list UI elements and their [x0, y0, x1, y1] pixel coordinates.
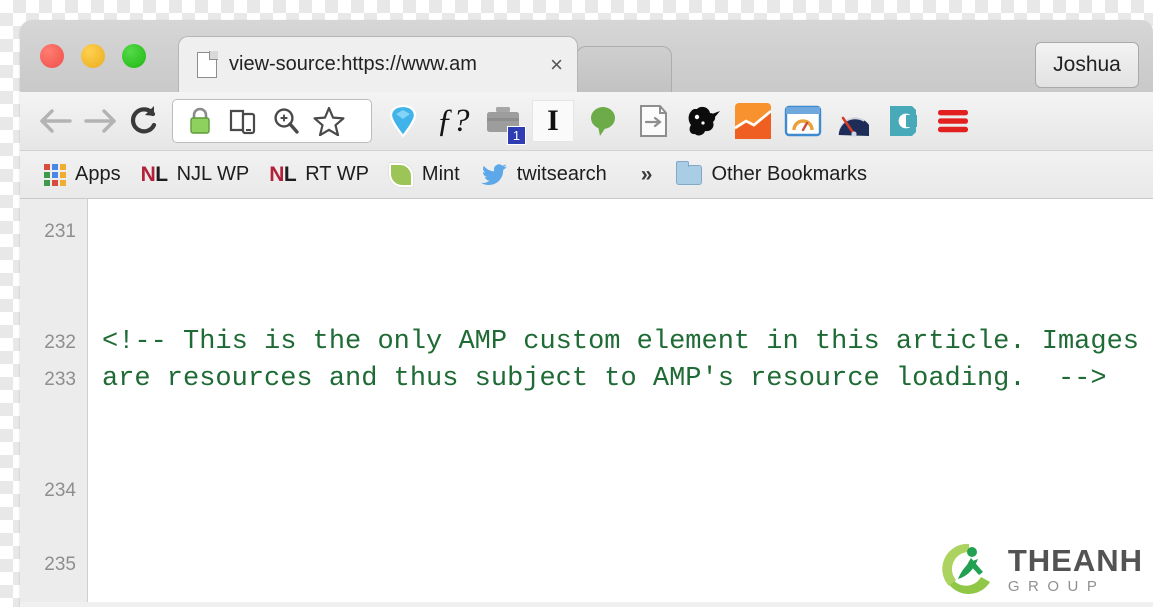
line-number: 234 — [44, 480, 76, 501]
line-number: 233 — [44, 369, 76, 390]
f-question-icon[interactable]: ƒ? — [432, 100, 474, 142]
view-source-pane[interactable]: 231 232 233 234 235 <!-- This is the onl… — [20, 199, 1153, 602]
document-icon — [197, 50, 218, 78]
maximize-window-button[interactable] — [122, 44, 146, 68]
briefcase-badge: 1 — [507, 126, 526, 145]
lock-icon[interactable] — [181, 102, 219, 140]
ink-blot-icon[interactable] — [682, 100, 724, 142]
red-hamburger-menu-icon[interactable] — [932, 100, 974, 142]
reload-button[interactable] — [122, 99, 166, 143]
line-number: 231 — [44, 221, 76, 242]
bold-i-icon[interactable]: I — [532, 100, 574, 142]
browser-window: view-source:https://www.am × Joshua ƒ? 1… — [20, 20, 1153, 607]
profile-button[interactable]: Joshua — [1035, 42, 1139, 88]
tab-title: view-source:https://www.am — [229, 53, 477, 75]
tab-strip: view-source:https://www.am × Joshua — [20, 20, 1153, 92]
bookmarks-bar: Apps NL NJL WP NL RT WP Mint twitsearch … — [20, 151, 1153, 199]
teal-c-icon[interactable] — [882, 100, 924, 142]
bookmark-njl-wp[interactable]: NL NJL WP — [131, 160, 260, 190]
line-number: 232 — [44, 332, 76, 353]
twitter-bird-icon — [480, 163, 508, 187]
blue-diamond-icon[interactable] — [382, 100, 424, 142]
bookmark-label: Mint — [421, 163, 460, 185]
briefcase-icon[interactable]: 1 — [482, 100, 526, 145]
forward-button[interactable] — [78, 99, 122, 143]
source-code[interactable]: <!-- This is the only AMP custom element… — [88, 199, 1153, 602]
back-button[interactable] — [34, 99, 78, 143]
bookmarks-overflow-chevron[interactable]: » — [617, 163, 667, 187]
bookmark-other-bookmarks[interactable]: Other Bookmarks — [666, 160, 877, 189]
tab-view-source[interactable]: view-source:https://www.am × — [178, 36, 578, 92]
zoom-search-icon[interactable] — [267, 102, 305, 140]
bookmark-label: Other Bookmarks — [711, 163, 868, 185]
bookmark-apps[interactable]: Apps — [34, 160, 131, 189]
browser-toolbar: ƒ? 1 I — [20, 92, 1153, 151]
bookmark-label: Apps — [75, 163, 121, 185]
responsive-device-icon[interactable] — [224, 102, 262, 140]
green-bubble-icon[interactable] — [582, 100, 624, 142]
bookmark-label: NJL WP — [176, 163, 250, 185]
bookmark-label: RT WP — [305, 163, 369, 185]
bookmark-label: twitsearch — [516, 163, 607, 185]
folder-icon — [676, 160, 703, 185]
speedometer-icon[interactable] — [832, 100, 874, 142]
page-speed-gauge-icon[interactable] — [782, 100, 824, 142]
window-traffic-lights — [40, 44, 146, 68]
bookmark-star-icon[interactable] — [310, 102, 348, 140]
apps-grid-icon — [44, 163, 66, 186]
tab-inactive[interactable] — [576, 46, 672, 92]
bookmark-twitsearch[interactable]: twitsearch — [470, 160, 617, 190]
address-bar[interactable] — [172, 99, 372, 143]
bookmark-mint[interactable]: Mint — [379, 160, 470, 190]
bookmark-rt-wp[interactable]: NL RT WP — [259, 160, 379, 190]
document-arrow-icon[interactable] — [632, 100, 674, 142]
leaf-icon — [388, 162, 413, 187]
f-question-label: ƒ? — [436, 102, 470, 139]
nl-logo-icon: NL — [269, 162, 297, 186]
bold-i-label: I — [547, 104, 559, 137]
close-icon[interactable]: × — [546, 53, 567, 76]
html-comment: <!-- This is the only AMP custom element… — [102, 327, 1139, 394]
line-number-gutter: 231 232 233 234 235 — [20, 199, 88, 602]
extension-toolbar: ƒ? 1 I — [382, 100, 1139, 145]
minimize-window-button[interactable] — [81, 44, 105, 68]
close-window-button[interactable] — [40, 44, 64, 68]
orange-chart-icon[interactable] — [732, 100, 774, 142]
nl-logo-icon: NL — [140, 162, 169, 186]
line-number: 235 — [44, 554, 76, 575]
code-line-231: <!-- This is the only AMP custom element… — [102, 324, 1153, 398]
